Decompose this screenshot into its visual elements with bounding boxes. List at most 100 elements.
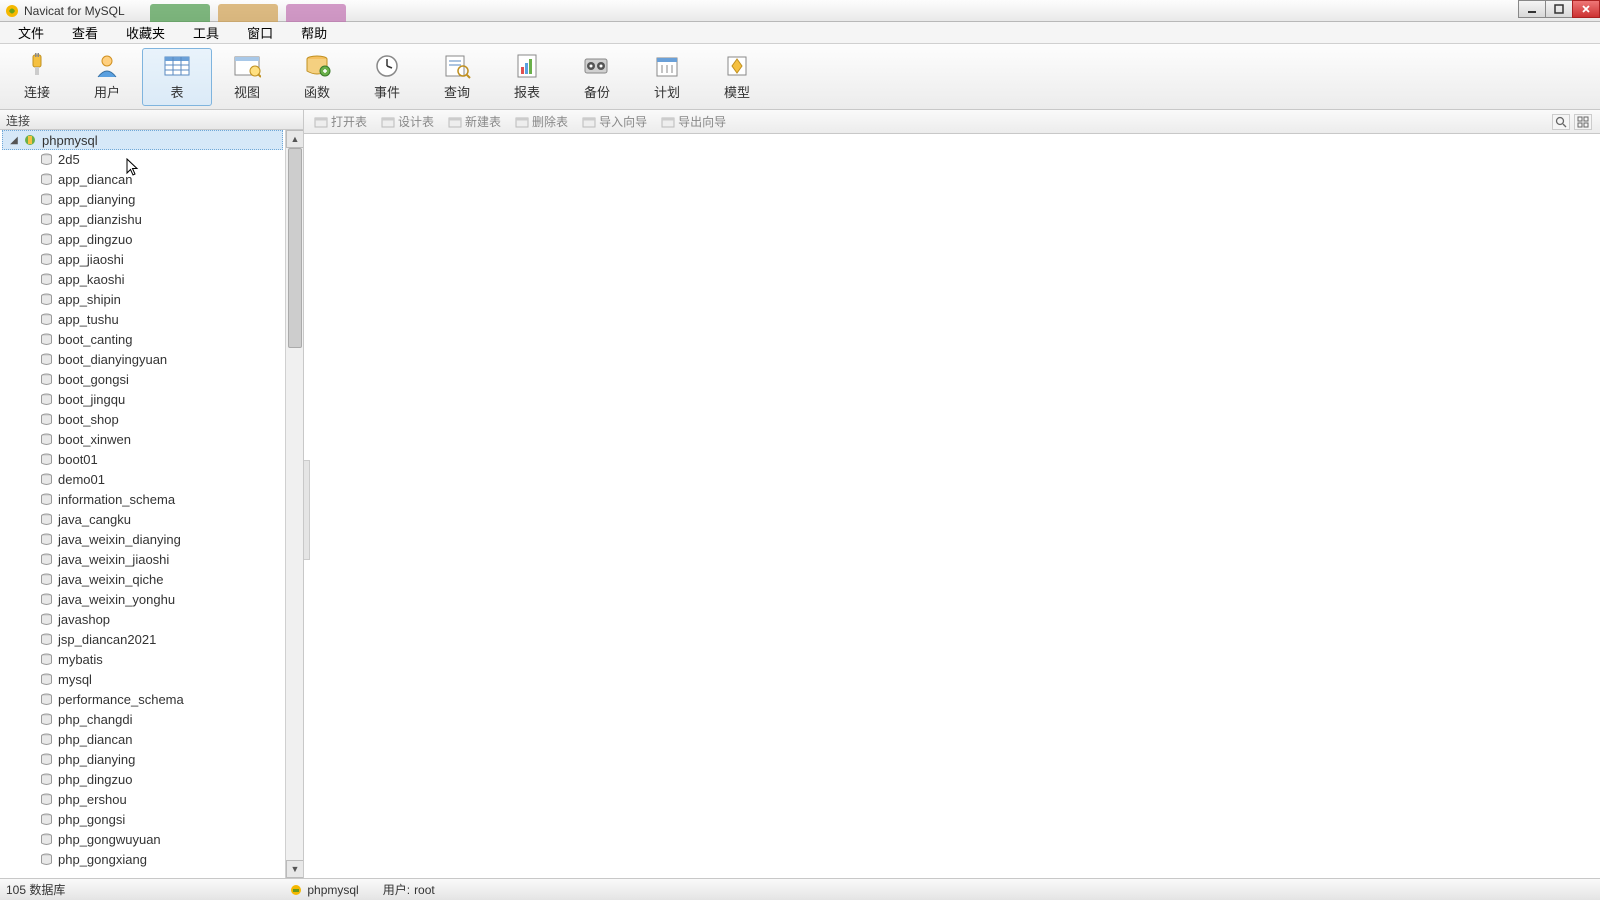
- database-node[interactable]: demo01: [0, 469, 285, 489]
- menu-item[interactable]: 帮助: [287, 21, 341, 44]
- database-node[interactable]: java_weixin_qiche: [0, 569, 285, 589]
- scroll-thumb[interactable]: [288, 148, 302, 348]
- object-panel: 打开表 设计表新建表删除表导入向导导出向导: [304, 110, 1600, 878]
- maximize-button[interactable]: [1545, 0, 1573, 18]
- toolbar-label: 视图: [234, 82, 260, 101]
- database-icon: [38, 832, 54, 846]
- database-node[interactable]: boot_canting: [0, 329, 285, 349]
- vertical-scrollbar[interactable]: ▲ ▼: [285, 130, 303, 878]
- database-node[interactable]: java_weixin_jiaoshi: [0, 549, 285, 569]
- toolbar-label: 备份: [584, 82, 610, 101]
- toolbar-user-button[interactable]: 用户: [72, 48, 142, 106]
- database-node[interactable]: php_gongxiang: [0, 849, 285, 869]
- toolbar-table-button[interactable]: 表: [142, 48, 212, 106]
- database-node[interactable]: app_tushu: [0, 309, 285, 329]
- database-node[interactable]: java_cangku: [0, 509, 285, 529]
- database-node[interactable]: php_changdi: [0, 709, 285, 729]
- database-node[interactable]: php_gongsi: [0, 809, 285, 829]
- sub-toolbar-label: 设计表: [398, 113, 434, 130]
- database-node[interactable]: php_diancan: [0, 729, 285, 749]
- database-node[interactable]: app_jiaoshi: [0, 249, 285, 269]
- database-icon: [38, 392, 54, 406]
- database-node[interactable]: 2d5: [0, 149, 285, 169]
- status-bar: 105 数据库 phpmysql 用户: root: [0, 878, 1600, 900]
- database-node[interactable]: app_diancan: [0, 169, 285, 189]
- object-import-button[interactable]: 导入向导: [576, 111, 653, 132]
- object-export-button[interactable]: 导出向导: [655, 111, 732, 132]
- database-node[interactable]: information_schema: [0, 489, 285, 509]
- view-mode-button[interactable]: [1574, 114, 1592, 130]
- toolbar-backup-button[interactable]: 备份: [562, 48, 632, 106]
- database-name-label: php_ershou: [58, 792, 127, 807]
- database-name-label: boot_jingqu: [58, 392, 125, 407]
- window-controls: [1519, 0, 1600, 18]
- database-node[interactable]: app_kaoshi: [0, 269, 285, 289]
- minimize-button[interactable]: [1518, 0, 1546, 18]
- object-design-button[interactable]: 设计表: [375, 111, 440, 132]
- database-node[interactable]: jsp_diancan2021: [0, 629, 285, 649]
- database-node[interactable]: boot_dianyingyuan: [0, 349, 285, 369]
- close-button[interactable]: [1572, 0, 1600, 18]
- database-node[interactable]: app_shipin: [0, 289, 285, 309]
- toolbar-schedule-button[interactable]: 计划: [632, 48, 702, 106]
- database-node[interactable]: app_dianying: [0, 189, 285, 209]
- open-icon: [314, 116, 328, 128]
- toolbar-label: 计划: [654, 82, 680, 101]
- database-node[interactable]: php_dianying: [0, 749, 285, 769]
- menu-item[interactable]: 查看: [58, 21, 112, 44]
- object-open-button[interactable]: 打开表: [308, 111, 373, 132]
- database-node[interactable]: php_ershou: [0, 789, 285, 809]
- connection-node[interactable]: ◢phpmysql: [2, 130, 283, 150]
- database-node[interactable]: php_gongwuyuan: [0, 829, 285, 849]
- toolbar-model-button[interactable]: 模型: [702, 48, 772, 106]
- object-delete-button[interactable]: 删除表: [509, 111, 574, 132]
- database-icon: [38, 192, 54, 206]
- toolbar-function-button[interactable]: 函数: [282, 48, 352, 106]
- database-node[interactable]: boot_xinwen: [0, 429, 285, 449]
- database-icon: [38, 732, 54, 746]
- database-name-label: performance_schema: [58, 692, 184, 707]
- database-node[interactable]: java_weixin_yonghu: [0, 589, 285, 609]
- toolbar-event-button[interactable]: 事件: [352, 48, 422, 106]
- menu-item[interactable]: 窗口: [233, 21, 287, 44]
- object-new-button[interactable]: 新建表: [442, 111, 507, 132]
- database-node[interactable]: app_dianzishu: [0, 209, 285, 229]
- menu-item[interactable]: 工具: [179, 21, 233, 44]
- database-node[interactable]: performance_schema: [0, 689, 285, 709]
- database-node[interactable]: php_dingzuo: [0, 769, 285, 789]
- import-icon: [582, 116, 596, 128]
- database-node[interactable]: mybatis: [0, 649, 285, 669]
- database-node[interactable]: javashop: [0, 609, 285, 629]
- database-node[interactable]: boot_jingqu: [0, 389, 285, 409]
- toolbar-query-button[interactable]: 查询: [422, 48, 492, 106]
- database-node[interactable]: boot_shop: [0, 409, 285, 429]
- database-icon: [38, 292, 54, 306]
- toolbar-view-button[interactable]: 视图: [212, 48, 282, 106]
- database-name-label: php_gongwuyuan: [58, 832, 161, 847]
- search-button[interactable]: [1552, 114, 1570, 130]
- database-node[interactable]: java_weixin_dianying: [0, 529, 285, 549]
- toolbar-report-button[interactable]: 报表: [492, 48, 562, 106]
- toolbar-label: 表: [170, 82, 183, 101]
- delete-icon: [515, 116, 529, 128]
- function-icon: [302, 52, 332, 80]
- scroll-down-button[interactable]: ▼: [286, 860, 303, 878]
- table-icon: [162, 52, 192, 80]
- design-icon: [381, 116, 395, 128]
- database-icon: [38, 372, 54, 386]
- schedule-icon: [652, 52, 682, 80]
- toolbar-label: 模型: [724, 82, 750, 101]
- menu-item[interactable]: 文件: [4, 21, 58, 44]
- database-node[interactable]: boot_gongsi: [0, 369, 285, 389]
- content-splitter-handle[interactable]: [304, 460, 310, 560]
- database-node[interactable]: app_dingzuo: [0, 229, 285, 249]
- menu-item[interactable]: 收藏夹: [112, 21, 179, 44]
- scroll-up-button[interactable]: ▲: [286, 130, 303, 148]
- database-node[interactable]: mysql: [0, 669, 285, 689]
- database-icon: [38, 672, 54, 686]
- view-icon: [232, 52, 262, 80]
- database-node[interactable]: boot01: [0, 449, 285, 469]
- toolbar-label: 查询: [444, 82, 470, 101]
- connect-icon: [22, 52, 52, 80]
- toolbar-connect-button[interactable]: 连接: [2, 48, 72, 106]
